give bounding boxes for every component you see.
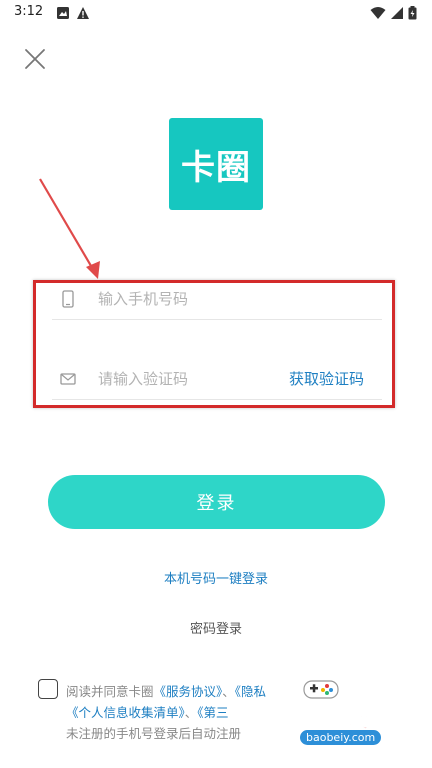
image-notification-icon xyxy=(57,7,69,19)
third-party-list-link[interactable]: 《第三 xyxy=(197,705,228,720)
personal-info-list-link[interactable]: 《个人信息收集清单》 xyxy=(66,705,185,720)
agreement-line-2: 《个人信息收集清单》、《第三 xyxy=(66,702,229,721)
agreement-prefix: 阅读并同意卡圈 xyxy=(66,684,154,699)
signal-icon xyxy=(391,7,403,19)
password-login-link[interactable]: 密码登录 xyxy=(0,618,432,637)
status-bar: 3:12 xyxy=(0,0,432,26)
login-button[interactable]: 登录 xyxy=(48,475,385,529)
app-logo: 卡圈 xyxy=(169,118,263,210)
one-key-login-link[interactable]: 本机号码一键登录 xyxy=(0,568,432,587)
watermark-url: baobeiy.com xyxy=(300,730,382,745)
battery-icon xyxy=(408,6,417,20)
agreement-separator-2: 、 xyxy=(184,705,198,720)
agreement-checkbox[interactable] xyxy=(38,679,58,699)
service-agreement-link[interactable]: 《服务协议》 xyxy=(154,684,223,699)
annotation-highlight-box xyxy=(33,280,395,408)
close-icon[interactable] xyxy=(22,46,48,72)
annotation-arrow-icon xyxy=(39,178,100,279)
logo-text: 卡圈 xyxy=(181,148,251,187)
agreement-line-1: 阅读并同意卡圈《服务协议》、《隐私 xyxy=(66,681,266,700)
watermark-gamepad-icon xyxy=(303,680,339,699)
warning-icon xyxy=(77,7,89,19)
wifi-icon xyxy=(370,7,386,19)
privacy-policy-link[interactable]: 《隐私 xyxy=(235,684,266,699)
agreement-separator: 、 xyxy=(222,684,235,699)
auto-register-note: 未注册的手机号登录后自动注册 xyxy=(66,726,242,741)
status-time: 3:12 xyxy=(14,4,44,19)
